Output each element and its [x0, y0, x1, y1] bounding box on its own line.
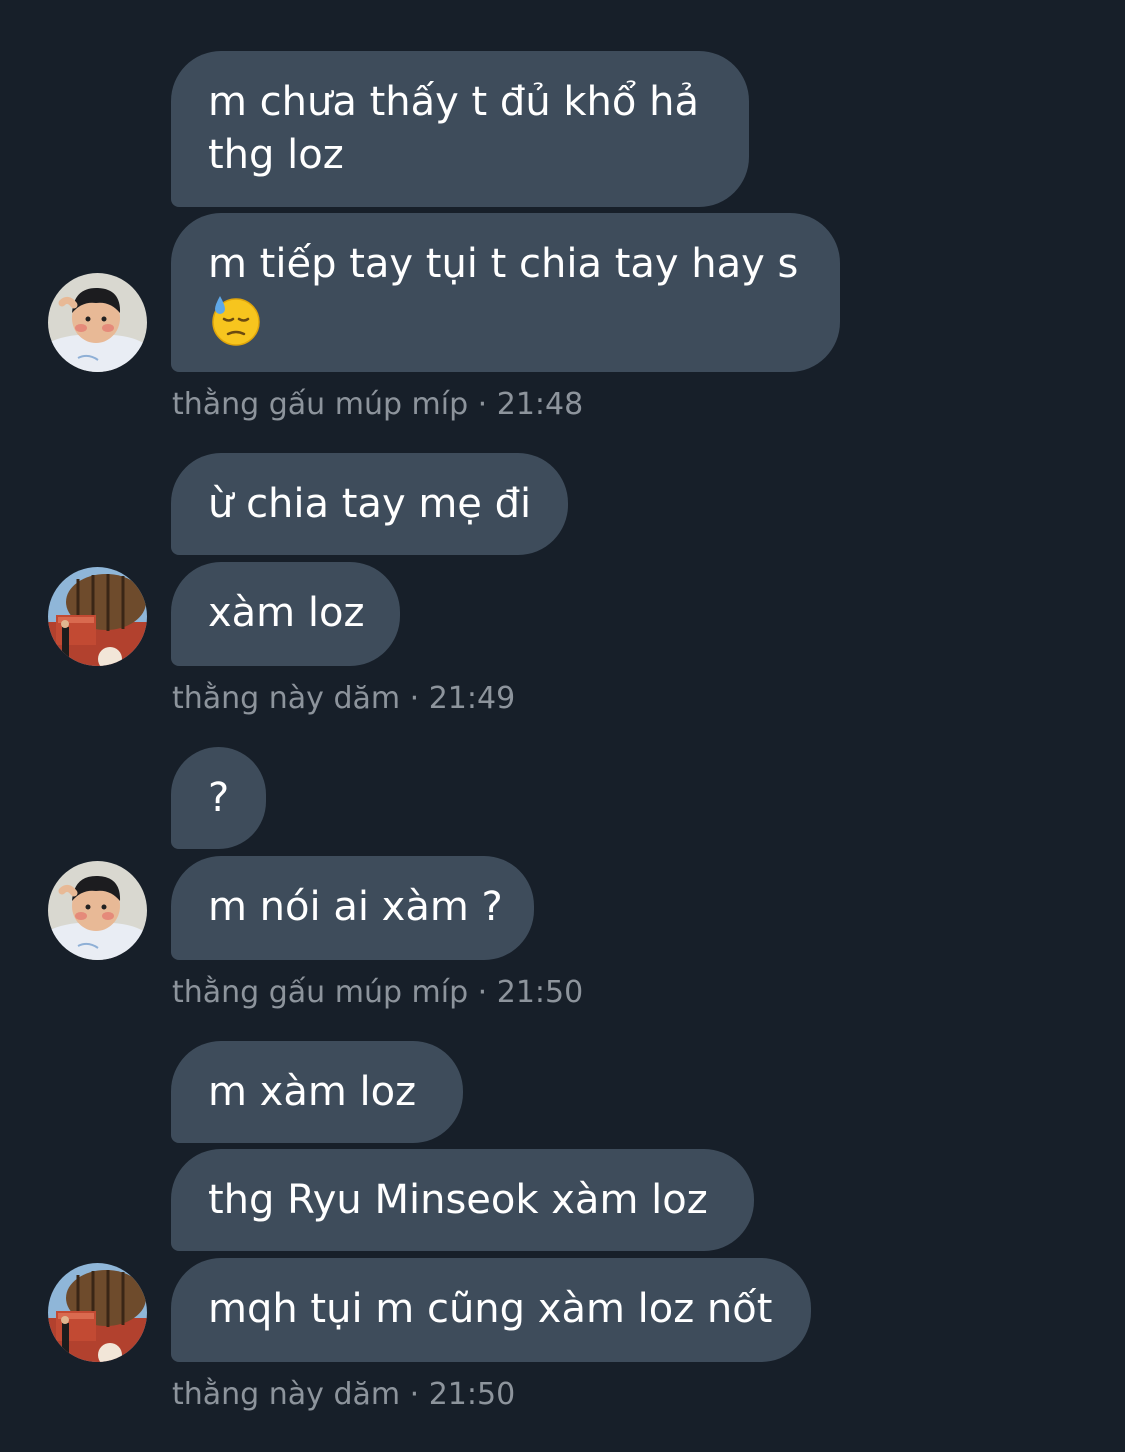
sender-avatar[interactable] [48, 273, 147, 372]
message-text: xàm loz [208, 590, 365, 636]
message-text: ừ chia tay mẹ đi [208, 481, 532, 527]
message-bubble[interactable]: m tiếp tay tụi t chia tay hay s [171, 213, 840, 372]
message-bubble[interactable]: ? [171, 747, 266, 849]
message-bubble[interactable]: m chưa thấy t đủ khổ hả thg loz [171, 51, 749, 207]
sender-timestamp: thằng gấu múp míp · 21:48 [172, 387, 584, 422]
sender-avatar[interactable] [48, 1263, 147, 1362]
sender-avatar[interactable] [48, 861, 147, 960]
downcast-face-with-sweat-icon [212, 296, 260, 346]
message-text: m chưa thấy t đủ khổ hả [208, 79, 699, 125]
message-bubble[interactable]: m xàm loz [171, 1041, 463, 1143]
message-text: mqh tụi m cũng xàm loz nốt [208, 1286, 773, 1332]
message-bubble[interactable]: m nói ai xàm ? [171, 856, 534, 960]
message-text: ? [208, 775, 230, 821]
message-text: thg loz [208, 132, 344, 178]
sender-avatar[interactable] [48, 567, 147, 666]
sender-timestamp: thằng gấu múp míp · 21:50 [172, 975, 584, 1010]
sender-timestamp: thằng này dăm · 21:49 [172, 681, 516, 716]
child-photo-avatar-icon [48, 273, 147, 372]
message-text: thg Ryu Minseok xàm loz [208, 1177, 708, 1223]
child-photo-avatar-icon [48, 861, 147, 960]
message-bubble[interactable]: ừ chia tay mẹ đi [171, 453, 568, 555]
message-text: m nói ai xàm ? [208, 884, 503, 930]
barrel-wagon-photo-avatar-icon [48, 567, 147, 666]
message-bubble[interactable]: xàm loz [171, 562, 400, 666]
message-text: m xàm loz [208, 1069, 417, 1115]
message-bubble[interactable]: mqh tụi m cũng xàm loz nốt [171, 1258, 811, 1362]
message-bubble[interactable]: thg Ryu Minseok xàm loz [171, 1149, 754, 1251]
barrel-wagon-photo-avatar-icon [48, 1263, 147, 1362]
sender-timestamp: thằng này dăm · 21:50 [172, 1377, 516, 1412]
message-text: m tiếp tay tụi t chia tay hay s [208, 241, 799, 287]
